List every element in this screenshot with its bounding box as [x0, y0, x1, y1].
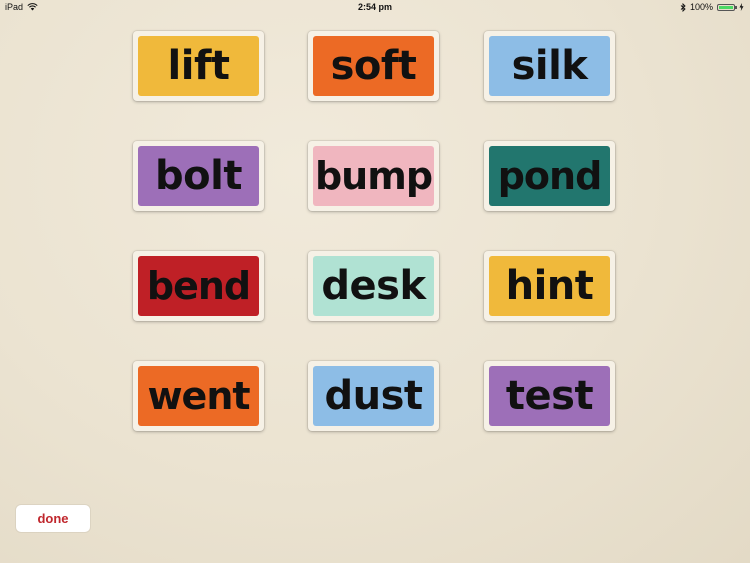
card-word: bend	[146, 264, 251, 308]
card-face: silk	[489, 36, 610, 96]
card-face: test	[489, 366, 610, 426]
status-time: 2:54 pm	[357, 2, 392, 12]
word-card-bolt[interactable]: bolt	[133, 141, 264, 211]
card-face: pond	[489, 146, 610, 206]
card-face: lift	[138, 36, 259, 96]
word-card-desk[interactable]: desk	[308, 251, 439, 321]
card-face: hint	[489, 256, 610, 316]
word-card-pond[interactable]: pond	[484, 141, 615, 211]
word-card-lift[interactable]: lift	[133, 31, 264, 101]
word-card-bump[interactable]: bump	[308, 141, 439, 211]
word-card-silk[interactable]: silk	[484, 31, 615, 101]
card-face: dust	[313, 366, 434, 426]
done-button[interactable]: done	[16, 505, 90, 532]
card-word: test	[505, 373, 594, 419]
bluetooth-icon	[680, 2, 686, 12]
card-word: dust	[324, 373, 423, 419]
card-word: pond	[497, 154, 603, 198]
word-card-dust[interactable]: dust	[308, 361, 439, 431]
card-word: lift	[167, 43, 230, 89]
card-word: silk	[511, 43, 588, 89]
battery-percent: 100%	[689, 2, 713, 12]
battery-level-fill	[719, 5, 733, 9]
charging-icon	[739, 3, 744, 11]
status-right: 100%	[680, 2, 744, 12]
card-word: desk	[321, 263, 426, 309]
card-face: bump	[313, 146, 434, 206]
status-bar: iPad 2:54 pm 100%	[0, 0, 750, 16]
card-word: soft	[330, 43, 417, 89]
card-word: bump	[314, 154, 433, 198]
card-face: soft	[313, 36, 434, 96]
word-card-hint[interactable]: hint	[484, 251, 615, 321]
card-face: desk	[313, 256, 434, 316]
card-word: went	[147, 374, 250, 418]
card-word: hint	[505, 263, 594, 309]
battery-icon	[717, 3, 737, 11]
card-face: bend	[138, 256, 259, 316]
card-face: went	[138, 366, 259, 426]
word-card-bend[interactable]: bend	[133, 251, 264, 321]
word-card-soft[interactable]: soft	[308, 31, 439, 101]
card-word: bolt	[155, 153, 242, 199]
word-card-went[interactable]: went	[133, 361, 264, 431]
word-card-test[interactable]: test	[484, 361, 615, 431]
card-face: bolt	[138, 146, 259, 206]
